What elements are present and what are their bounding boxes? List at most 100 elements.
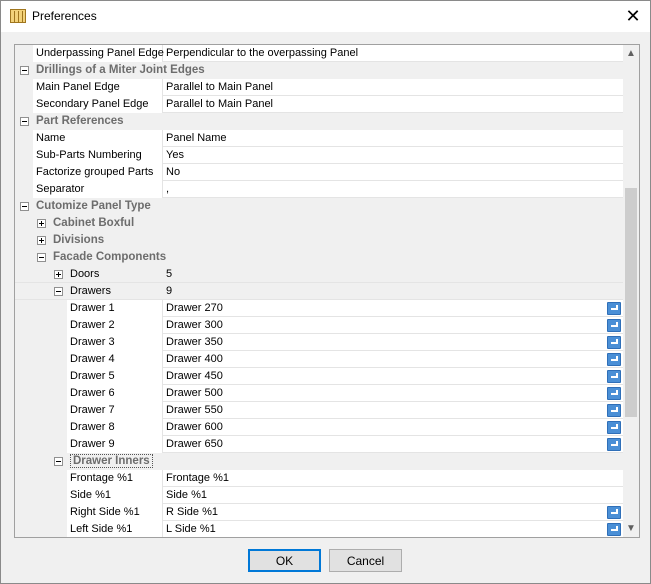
reset-value-icon[interactable] bbox=[607, 387, 621, 400]
reset-value-icon[interactable] bbox=[607, 404, 621, 417]
property-row[interactable]: Frontage %1 Frontage %1 bbox=[15, 470, 623, 487]
reset-value-icon[interactable] bbox=[607, 506, 621, 519]
property-value[interactable]: Parallel to Main Panel bbox=[166, 98, 273, 110]
property-row[interactable]: Drawer 2 Drawer 300 bbox=[15, 317, 623, 334]
property-row[interactable]: Drawer 8 Drawer 600 bbox=[15, 419, 623, 436]
scroll-down-button[interactable]: ▼ bbox=[623, 520, 639, 537]
collapse-icon[interactable] bbox=[54, 457, 63, 466]
property-row[interactable]: Drawer 3 Drawer 350 bbox=[15, 334, 623, 351]
property-value[interactable]: R Side %1 bbox=[166, 506, 218, 518]
cancel-button[interactable]: Cancel bbox=[329, 549, 402, 572]
property-label: Secondary Panel Edge bbox=[36, 98, 149, 110]
scroll-thumb[interactable] bbox=[625, 188, 637, 417]
property-label: Underpassing Panel Edge bbox=[36, 47, 164, 59]
property-value[interactable]: Yes bbox=[166, 149, 184, 161]
property-value[interactable]: Perpendicular to the overpassing Panel bbox=[166, 47, 358, 59]
collapse-icon[interactable] bbox=[20, 66, 29, 75]
property-row[interactable]: Drawer 9 Drawer 650 bbox=[15, 436, 623, 453]
row-gutter bbox=[15, 317, 67, 334]
property-value[interactable]: Drawer 500 bbox=[166, 387, 223, 399]
property-value[interactable]: Drawer 450 bbox=[166, 370, 223, 382]
property-value[interactable]: Panel Name bbox=[166, 132, 227, 144]
property-value[interactable]: Drawer 350 bbox=[166, 336, 223, 348]
category-row[interactable]: Part References bbox=[15, 113, 623, 130]
property-value[interactable]: No bbox=[166, 166, 180, 178]
property-row[interactable]: Main Panel Edge Parallel to Main Panel bbox=[15, 79, 623, 96]
collapse-icon[interactable] bbox=[54, 287, 63, 296]
property-label: Name bbox=[36, 132, 66, 144]
row-gutter bbox=[15, 300, 67, 317]
property-row[interactable]: Drawer 4 Drawer 400 bbox=[15, 351, 623, 368]
close-button[interactable]: ✕ bbox=[616, 1, 650, 32]
reset-value-icon[interactable] bbox=[607, 336, 621, 349]
property-row[interactable]: Name Panel Name bbox=[15, 130, 623, 147]
subcategory-row[interactable]: Doors 5 bbox=[15, 266, 623, 283]
property-value[interactable]: Drawer 270 bbox=[166, 302, 223, 314]
category-row[interactable]: Divisions bbox=[15, 232, 623, 249]
property-row[interactable]: Left Side %1 L Side %1 bbox=[15, 521, 623, 537]
vertical-scrollbar[interactable]: ▲ ▼ bbox=[623, 45, 639, 537]
category-label: Cutomize Panel Type bbox=[36, 200, 151, 212]
property-value[interactable]: Drawer 300 bbox=[166, 319, 223, 331]
reset-value-icon[interactable] bbox=[607, 319, 621, 332]
ok-button[interactable]: OK bbox=[248, 549, 321, 572]
property-label: Drawer 3 bbox=[70, 336, 115, 348]
property-value[interactable]: , bbox=[166, 183, 169, 195]
property-grid[interactable]: Underpassing Panel Edge Perpendicular to … bbox=[14, 44, 640, 538]
row-gutter bbox=[15, 96, 33, 113]
property-value[interactable]: Frontage %1 bbox=[166, 472, 229, 484]
category-row[interactable]: Cabinet Boxful bbox=[15, 215, 623, 232]
property-row[interactable]: Underpassing Panel Edge Perpendicular to … bbox=[15, 45, 623, 62]
property-row[interactable]: Drawer 7 Drawer 550 bbox=[15, 402, 623, 419]
reset-value-icon[interactable] bbox=[607, 353, 621, 366]
collapse-icon[interactable] bbox=[20, 117, 29, 126]
scroll-track[interactable] bbox=[623, 62, 639, 520]
reset-value-icon[interactable] bbox=[607, 438, 621, 451]
row-gutter bbox=[15, 368, 67, 385]
property-row[interactable]: Drawer 1 Drawer 270 bbox=[15, 300, 623, 317]
category-row[interactable]: Facade Components bbox=[15, 249, 623, 266]
property-label: Sub-Parts Numbering bbox=[36, 149, 142, 161]
property-value[interactable]: 5 bbox=[166, 268, 172, 280]
row-gutter bbox=[15, 385, 67, 402]
property-row[interactable]: Secondary Panel Edge Parallel to Main Pan… bbox=[15, 96, 623, 113]
property-value[interactable]: Drawer 400 bbox=[166, 353, 223, 365]
property-value[interactable]: Drawer 650 bbox=[166, 438, 223, 450]
category-row[interactable]: Drawer Inners bbox=[15, 453, 623, 470]
reset-value-icon[interactable] bbox=[607, 523, 621, 536]
category-row[interactable]: Drillings of a Miter Joint Edges bbox=[15, 62, 623, 79]
category-row[interactable]: Cutomize Panel Type bbox=[15, 198, 623, 215]
property-row[interactable]: Factorize grouped Parts No bbox=[15, 164, 623, 181]
reset-value-icon[interactable] bbox=[607, 421, 621, 434]
property-row[interactable]: Side %1 Side %1 bbox=[15, 487, 623, 504]
subcategory-row[interactable]: Drawers 9 bbox=[15, 283, 623, 300]
row-gutter bbox=[15, 419, 67, 436]
property-value[interactable]: Drawer 600 bbox=[166, 421, 223, 433]
collapse-icon[interactable] bbox=[20, 202, 29, 211]
property-value[interactable]: Side %1 bbox=[166, 489, 207, 501]
property-label: Drawer 9 bbox=[70, 438, 115, 450]
row-gutter bbox=[15, 436, 67, 453]
category-label: Divisions bbox=[53, 234, 105, 246]
property-value[interactable]: Drawer 550 bbox=[166, 404, 223, 416]
collapse-icon[interactable] bbox=[37, 253, 46, 262]
property-row[interactable]: Drawer 6 Drawer 500 bbox=[15, 385, 623, 402]
scroll-up-button[interactable]: ▲ bbox=[623, 45, 639, 62]
property-row[interactable]: Separator, bbox=[15, 181, 623, 198]
chevron-up-icon: ▲ bbox=[626, 48, 636, 59]
property-value[interactable]: L Side %1 bbox=[166, 523, 216, 535]
expand-icon[interactable] bbox=[37, 236, 46, 245]
property-row[interactable]: Right Side %1 R Side %1 bbox=[15, 504, 623, 521]
row-gutter bbox=[15, 334, 67, 351]
property-value[interactable]: 9 bbox=[166, 285, 172, 297]
property-label: Drawer 4 bbox=[70, 353, 115, 365]
property-label: Drawer 2 bbox=[70, 319, 115, 331]
expand-icon[interactable] bbox=[54, 270, 63, 279]
property-row[interactable]: Drawer 5 Drawer 450 bbox=[15, 368, 623, 385]
reset-value-icon[interactable] bbox=[607, 302, 621, 315]
reset-value-icon[interactable] bbox=[607, 370, 621, 383]
expand-icon[interactable] bbox=[37, 219, 46, 228]
property-value[interactable]: Parallel to Main Panel bbox=[166, 81, 273, 93]
property-row[interactable]: Sub-Parts Numbering Yes bbox=[15, 147, 623, 164]
row-gutter bbox=[15, 147, 33, 164]
